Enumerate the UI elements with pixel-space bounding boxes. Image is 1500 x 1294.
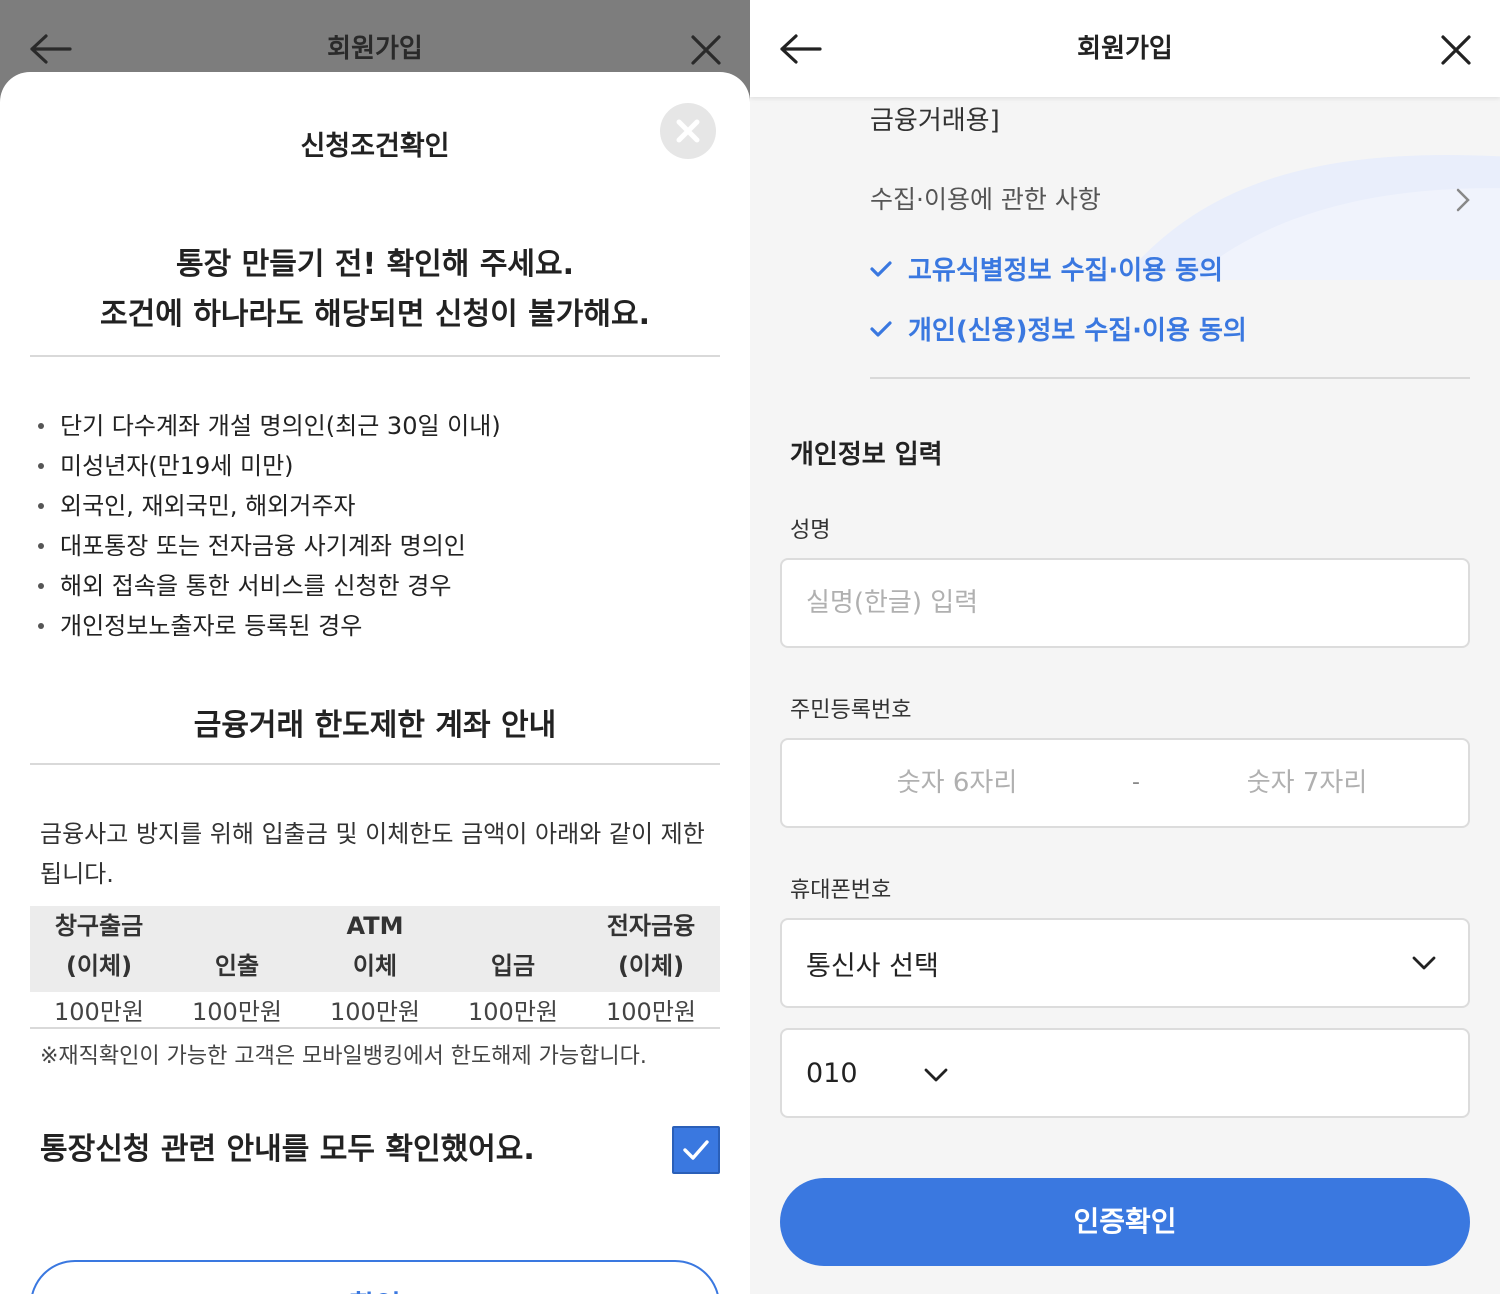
limit-description: 금융사고 방지를 위해 입출금 및 이체한도 금액이 아래와 같이 제한됩니다. [40,820,705,888]
rrn-back-input[interactable] [1192,740,1422,826]
limit-section-title: 금융거래 한도제한 계좌 안내 [193,708,557,743]
list-item: 외국인, 재외국민, 해외거주자 [38,486,501,526]
phone-label: 휴대폰번호 [790,878,892,903]
close-icon [1441,35,1471,65]
close-icon [676,119,700,143]
table-cell: 100만원 [582,992,720,1029]
confirm-checkbox[interactable] [672,1126,720,1174]
verify-button[interactable]: 인증확인 [780,1178,1470,1266]
signup-form-screen: 회원가입 금융거래용] 수집·이용에 관한 사항 고유식별정보 수집·이용 동의… [750,0,1500,1294]
table-header-cell: 입금 [444,906,582,992]
divider [30,763,720,765]
phone-number-field: 010 [780,1028,1470,1118]
bullet-icon [38,583,44,589]
table-row: 100만원 100만원 100만원 100만원 100만원 [30,992,720,1029]
check-icon [870,320,892,337]
table-header-cell: 창구출금 (이체) [30,906,168,992]
chevron-down-icon [924,1068,948,1082]
carrier-select-value: 통신사 선택 [806,951,939,982]
headline-line-1: 통장 만들기 전! 확인해 주세요. [175,247,575,282]
list-item: 대포통장 또는 전자금융 사기계좌 명의인 [38,526,501,566]
confirm-button[interactable]: 확인 [30,1260,720,1294]
header-title: 회원가입 [327,34,423,64]
table-header-cell: 인출 [168,906,306,992]
checkmark-icon [683,1140,709,1160]
list-item: 단기 다수계좌 개설 명의인(최근 30일 이내) [38,406,501,446]
sheet-title: 신청조건확인 [300,131,450,162]
header-title: 회원가입 [1077,34,1173,64]
table-header-cell: 전자금융 (이체) [582,906,720,992]
table-header-cell: ATM 이체 [306,906,444,992]
limit-table: 창구출금 (이체) 인출 ATM 이체 입금 전자금융 (이체) 100만원 100만… [30,906,720,1029]
close-button[interactable] [686,30,726,70]
name-field [780,558,1470,648]
signup-modal-screen: 회원가입 신청조건확인 통장 만들기 전! 확인해 주세요. 조건에 하나라도 … [0,0,750,1294]
list-item: 개인정보노출자로 등록된 경우 [38,606,501,646]
divider [30,355,720,357]
divider [870,377,1470,379]
bottom-sheet: 신청조건확인 통장 만들기 전! 확인해 주세요. 조건에 하나라도 해당되면 … [0,72,750,1294]
rrn-field: - [780,738,1470,828]
phone-number-input[interactable] [982,1030,1452,1116]
chevron-down-icon [1412,956,1436,970]
table-cell: 100만원 [444,992,582,1029]
carrier-select[interactable]: 통신사 선택 [780,918,1470,1008]
chevron-right-icon [1456,188,1470,212]
rrn-separator: - [1132,770,1140,795]
close-button[interactable] [1436,30,1476,70]
condition-list: 단기 다수계좌 개설 명의인(최근 30일 이내) 미성년자(만19세 미만) … [38,406,501,646]
collect-usage-link[interactable]: 수집·이용에 관한 사항 [870,180,1470,216]
list-item: 미성년자(만19세 미만) [38,446,501,486]
bullet-icon [38,543,44,549]
list-item: 해외 접속을 통한 서비스를 신청한 경우 [38,566,501,606]
agreement-item-partial: 금융거래용] [870,106,1000,136]
name-input[interactable] [806,560,1446,646]
bullet-icon [38,503,44,509]
table-cell: 100만원 [30,992,168,1029]
name-label: 성명 [790,518,831,543]
table-cell: 100만원 [168,992,306,1029]
agreement-personal-credit[interactable]: 개인(신용)정보 수집·이용 동의 [870,310,1247,347]
confirm-label: 통장신청 관련 안내를 모두 확인했어요. [40,1132,535,1167]
headline-line-2: 조건에 하나라도 해당되면 신청이 불가해요. [100,297,650,332]
section-title: 개인정보 입력 [790,440,943,470]
table-header-row: 창구출금 (이체) 인출 ATM 이체 입금 전자금융 (이체) [30,906,720,992]
limit-note: ※재직확인이 가능한 고객은 모바일뱅킹에서 한도해제 가능합니다. [40,1044,647,1069]
rrn-front-input[interactable] [842,740,1072,826]
check-icon [870,260,892,277]
sheet-headline: 통장 만들기 전! 확인해 주세요. 조건에 하나라도 해당되면 신청이 불가해… [0,240,750,340]
agreement-unique-id[interactable]: 고유식별정보 수집·이용 동의 [870,250,1223,287]
phone-prefix-select[interactable]: 010 [782,1030,972,1116]
phone-prefix-value: 010 [806,1058,858,1089]
bullet-icon [38,623,44,629]
bullet-icon [38,463,44,469]
bullet-icon [38,423,44,429]
table-cell: 100만원 [306,992,444,1029]
header-bar: 회원가입 [750,0,1500,97]
close-icon [691,35,721,65]
sheet-close-button[interactable] [660,103,716,159]
rrn-label: 주민등록번호 [790,698,912,723]
